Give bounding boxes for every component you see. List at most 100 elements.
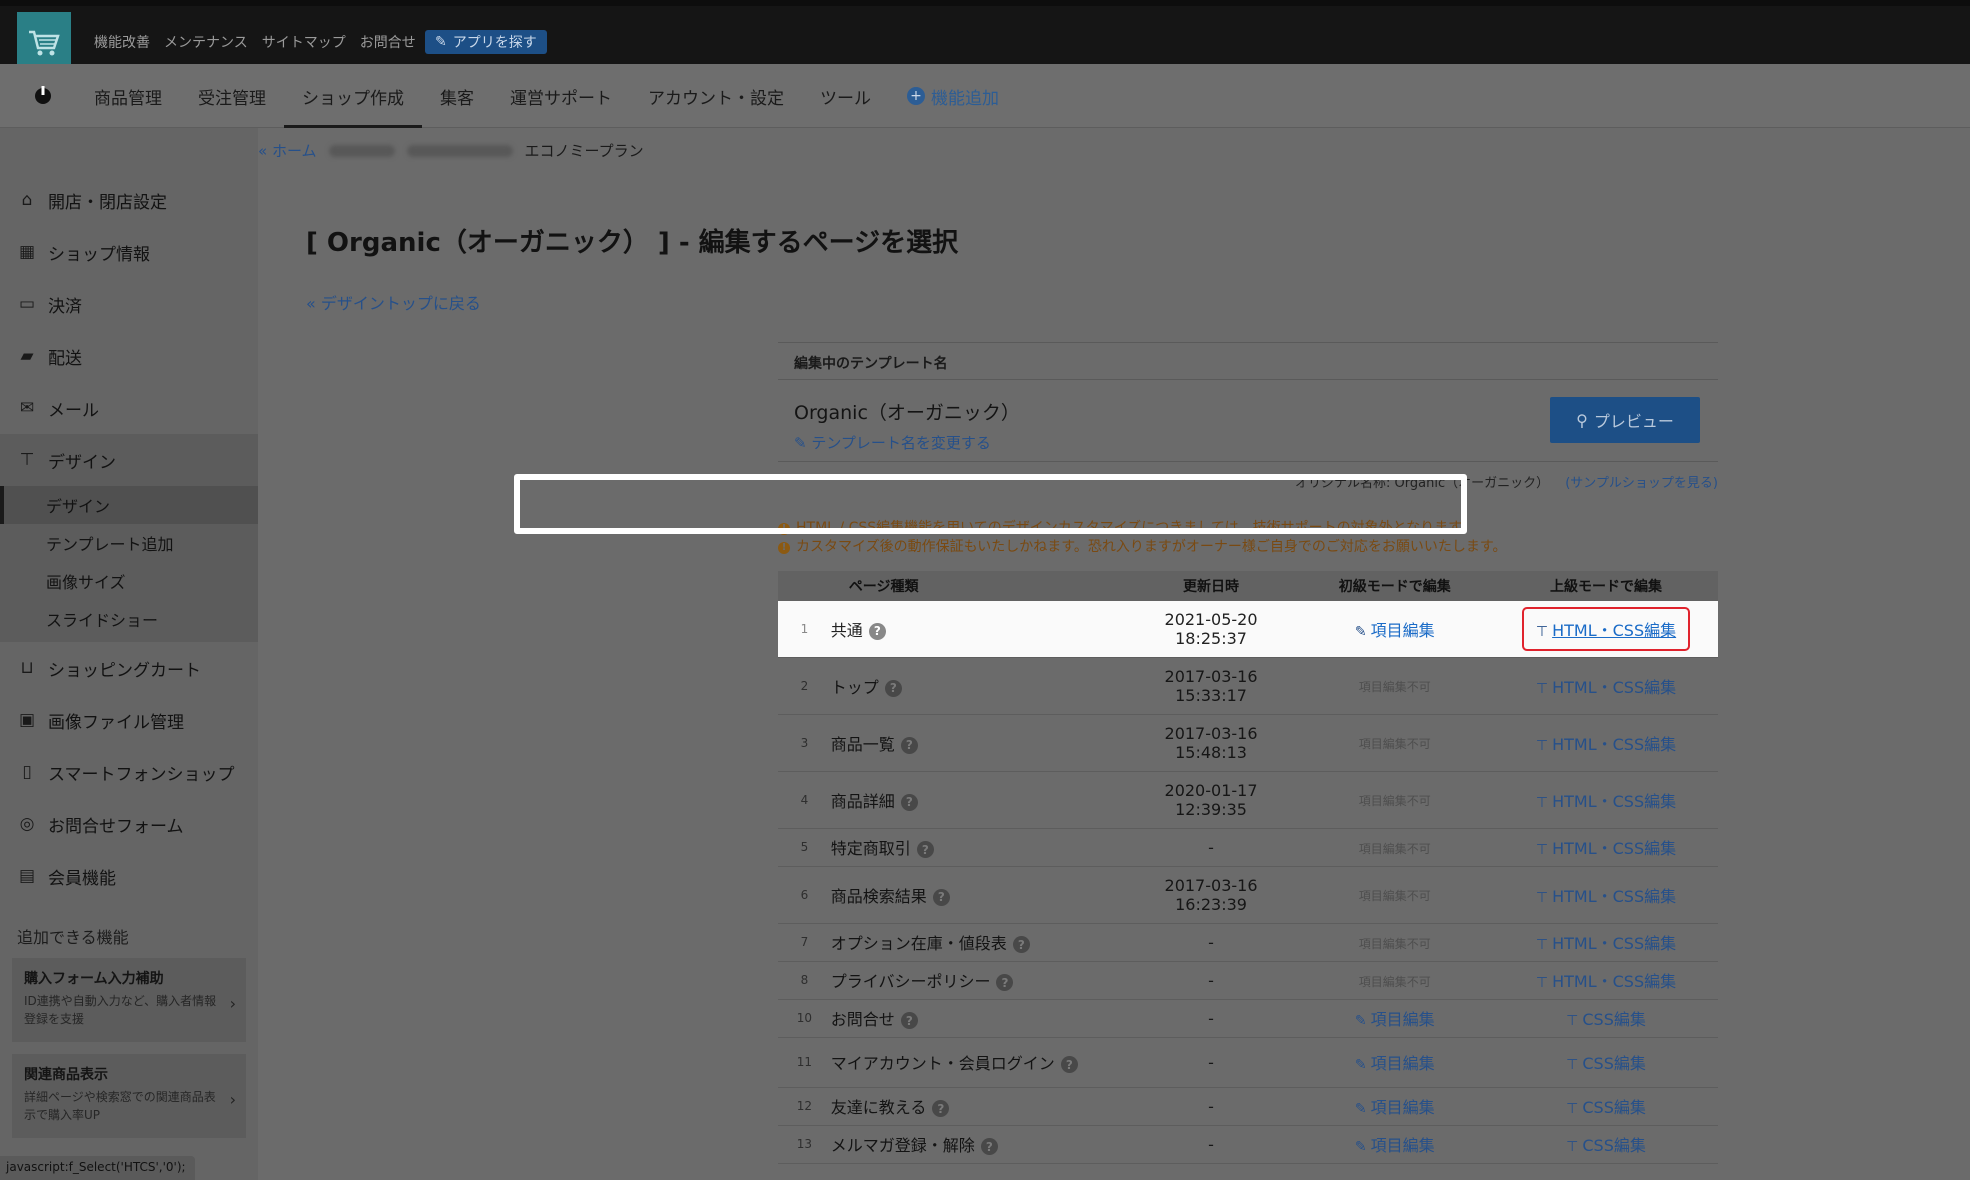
table-row: 11 マイアカウント・会員ログイン? - ✎ 項目編集 ⊤ CSS編集 bbox=[778, 1037, 1718, 1088]
advanced-edit-link[interactable]: ⊤ CSS編集 bbox=[1566, 1098, 1646, 1117]
nav-products[interactable]: 商品管理 bbox=[76, 64, 180, 128]
advanced-edit-link[interactable]: ⊤ HTML・CSS編集 bbox=[1536, 617, 1676, 641]
submenu-design[interactable]: デザイン bbox=[0, 486, 258, 524]
row-basic-edit: 項目編集不可 bbox=[1295, 866, 1495, 924]
updated-date: 2017-03-16 bbox=[1164, 666, 1258, 686]
advanced-edit-link[interactable]: ⊤ CSS編集 bbox=[1566, 1136, 1646, 1155]
row-basic-edit: 項目編集不可 bbox=[1295, 828, 1495, 867]
row-page-type: 友達に教える? bbox=[830, 1087, 1127, 1126]
row-updated: 2017-03-16 15:48:13 bbox=[1126, 714, 1296, 772]
advanced-edit-link[interactable]: ⊤ HTML・CSS編集 bbox=[1536, 839, 1676, 858]
sidebar-item-label: メール bbox=[48, 400, 99, 421]
paint-roller-icon: ⊤ bbox=[1535, 794, 1549, 811]
advanced-edit-link[interactable]: ⊤ HTML・CSS編集 bbox=[1536, 887, 1676, 906]
advanced-edit-link[interactable]: ⊤ HTML・CSS編集 bbox=[1536, 934, 1676, 953]
nav-tools[interactable]: ツール bbox=[802, 64, 889, 128]
back-to-design-link[interactable]: « デザイントップに戻る bbox=[306, 290, 481, 314]
help-icon[interactable]: ? bbox=[1012, 936, 1030, 953]
nav-support[interactable]: 運営サポート bbox=[492, 64, 630, 128]
toplink-contact[interactable]: お問合せ bbox=[360, 32, 416, 52]
row-advanced-edit: ⊤ CSS編集 bbox=[1494, 1087, 1718, 1126]
help-icon[interactable]: ? bbox=[884, 679, 902, 697]
toplink-sitemap[interactable]: サイトマップ bbox=[262, 32, 346, 52]
promo-related-products[interactable]: 関連商品表示 詳細ページや検索窓での関連商品表示で購入率UP › bbox=[12, 1054, 246, 1138]
design-submenu: デザイン テンプレート追加 画像サイズ スライドショー bbox=[0, 486, 258, 642]
sidebar-item-image-files[interactable]: ▣ 画像ファイル管理 bbox=[0, 694, 258, 746]
sidebar-item-payment[interactable]: ▭ 決済 bbox=[0, 278, 258, 330]
advanced-edit-label: HTML・CSS編集 bbox=[1552, 734, 1677, 754]
item-edit-link[interactable]: ✎ 項目編集 bbox=[1355, 1010, 1435, 1029]
help-icon[interactable]: ? bbox=[932, 1100, 950, 1117]
help-icon[interactable]: ? bbox=[900, 1012, 918, 1029]
row-number: 13 bbox=[778, 1125, 831, 1164]
submenu-add-template[interactable]: テンプレート追加 bbox=[0, 524, 258, 562]
advanced-edit-link[interactable]: ⊤ CSS編集 bbox=[1566, 1010, 1646, 1029]
paint-roller-icon: ⊤ bbox=[1535, 937, 1549, 953]
help-icon[interactable]: ? bbox=[996, 974, 1014, 991]
page-type-label: マイアカウント・会員ログイン bbox=[830, 1054, 1055, 1073]
sidebar-item-members[interactable]: ▤ 会員機能 bbox=[0, 850, 258, 902]
help-icon[interactable]: ? bbox=[1060, 1056, 1078, 1073]
page-type-label: お問合せ bbox=[830, 1010, 895, 1029]
advanced-edit-link[interactable]: ⊤ HTML・CSS編集 bbox=[1536, 972, 1676, 991]
building-icon: ▦ bbox=[18, 242, 36, 262]
paint-roller-icon: ⊤ bbox=[1535, 889, 1549, 906]
row-number: 2 bbox=[778, 657, 831, 715]
help-icon[interactable]: ? bbox=[900, 793, 918, 811]
advanced-edit-link[interactable]: ⊤ HTML・CSS編集 bbox=[1536, 792, 1676, 811]
breadcrumb-home[interactable]: « ホーム bbox=[258, 140, 317, 161]
sidebar-item-contact-form[interactable]: ◎ お問合せフォーム bbox=[0, 798, 258, 850]
status-bar-url: javascript:f_Select('HTCS','0'); bbox=[0, 1156, 195, 1180]
item-edit-link[interactable]: ✎ 項目編集 bbox=[1355, 621, 1435, 640]
preview-button[interactable]: ⚲ プレビュー bbox=[1550, 397, 1700, 443]
wrench-icon: ✎ bbox=[435, 34, 447, 50]
row-advanced-edit: ⊤ HTML・CSS編集 bbox=[1494, 601, 1718, 658]
sidebar-item-shipping[interactable]: ▰ 配送 bbox=[0, 330, 258, 382]
promo-purchase-form[interactable]: 購入フォーム入力補助 ID連携や自動入力など、購入者情報登録を支援 › bbox=[12, 958, 246, 1042]
nav-orders[interactable]: 受注管理 bbox=[180, 64, 284, 128]
toplink-improvement[interactable]: 機能改善 bbox=[94, 32, 150, 52]
nav-account-settings[interactable]: アカウント・設定 bbox=[630, 64, 802, 128]
advanced-edit-link[interactable]: ⊤ HTML・CSS編集 bbox=[1536, 735, 1676, 754]
sidebar-item-label: 画像ファイル管理 bbox=[48, 712, 184, 733]
sidebar-item-mail[interactable]: ✉ メール bbox=[0, 382, 258, 434]
nav-shop-builder[interactable]: ショップ作成 bbox=[284, 64, 422, 128]
submenu-slideshow[interactable]: スライドショー bbox=[0, 600, 258, 638]
toplink-maintenance[interactable]: メンテナンス bbox=[164, 32, 248, 52]
item-edit-link[interactable]: ✎ 項目編集 bbox=[1355, 1136, 1435, 1155]
row-page-type: オプション在庫・値段表? bbox=[830, 923, 1127, 962]
help-icon[interactable]: ? bbox=[916, 841, 934, 858]
sidebar-item-shop-info[interactable]: ▦ ショップ情報 bbox=[0, 226, 258, 278]
advanced-edit-link[interactable]: ⊤ HTML・CSS編集 bbox=[1536, 678, 1676, 697]
sidebar-item-cart[interactable]: ⊔ ショッピングカート bbox=[0, 642, 258, 694]
sidebar-item-open-close[interactable]: ⌂ 開店・閉店設定 bbox=[0, 174, 258, 226]
page-type-label: メルマガ登録・解除 bbox=[830, 1136, 975, 1155]
row-advanced-edit: ⊤ HTML・CSS編集 bbox=[1494, 923, 1718, 962]
help-icon[interactable]: ? bbox=[868, 622, 886, 640]
row-number: 5 bbox=[778, 828, 831, 867]
row-updated: - bbox=[1126, 1125, 1296, 1164]
sidebar-item-design[interactable]: ⊤ デザイン bbox=[0, 434, 258, 486]
help-icon[interactable]: ? bbox=[900, 736, 918, 754]
home-nav-button[interactable] bbox=[30, 82, 56, 108]
row-number: 4 bbox=[778, 771, 831, 829]
help-icon[interactable]: ? bbox=[980, 1138, 998, 1155]
item-edit-label: 項目編集 bbox=[1370, 1136, 1435, 1155]
advanced-edit-label: HTML・CSS編集 bbox=[1552, 839, 1677, 858]
help-icon[interactable]: ? bbox=[932, 888, 950, 906]
row-updated: - bbox=[1126, 1087, 1296, 1126]
find-apps-button[interactable]: ✎ アプリを探す bbox=[425, 30, 547, 54]
item-edit-link[interactable]: ✎ 項目編集 bbox=[1355, 1054, 1435, 1073]
item-edit-link[interactable]: ✎ 項目編集 bbox=[1355, 1098, 1435, 1117]
sample-shop-link[interactable]: (サンプルショップを見る) bbox=[1565, 476, 1718, 491]
sidebar-item-label: スマートフォンショップ bbox=[48, 764, 235, 785]
advanced-edit-link[interactable]: ⊤ CSS編集 bbox=[1566, 1054, 1646, 1073]
submenu-image-size[interactable]: 画像サイズ bbox=[0, 562, 258, 600]
item-edit-disabled: 項目編集不可 bbox=[1358, 841, 1431, 856]
sidebar-item-smartphone[interactable]: ▯ スマートフォンショップ bbox=[0, 746, 258, 798]
nav-add-feature[interactable]: + 機能追加 bbox=[889, 64, 1017, 128]
advanced-edit-label: HTML・CSS編集 bbox=[1552, 677, 1677, 697]
table-row: 4 商品詳細? 2020-01-17 12:39:35 項目編集不可 ⊤ HTML・CSS編… bbox=[778, 771, 1718, 829]
nav-marketing[interactable]: 集客 bbox=[422, 64, 492, 128]
rename-template-link[interactable]: ✎ テンプレート名を変更する bbox=[794, 432, 991, 453]
